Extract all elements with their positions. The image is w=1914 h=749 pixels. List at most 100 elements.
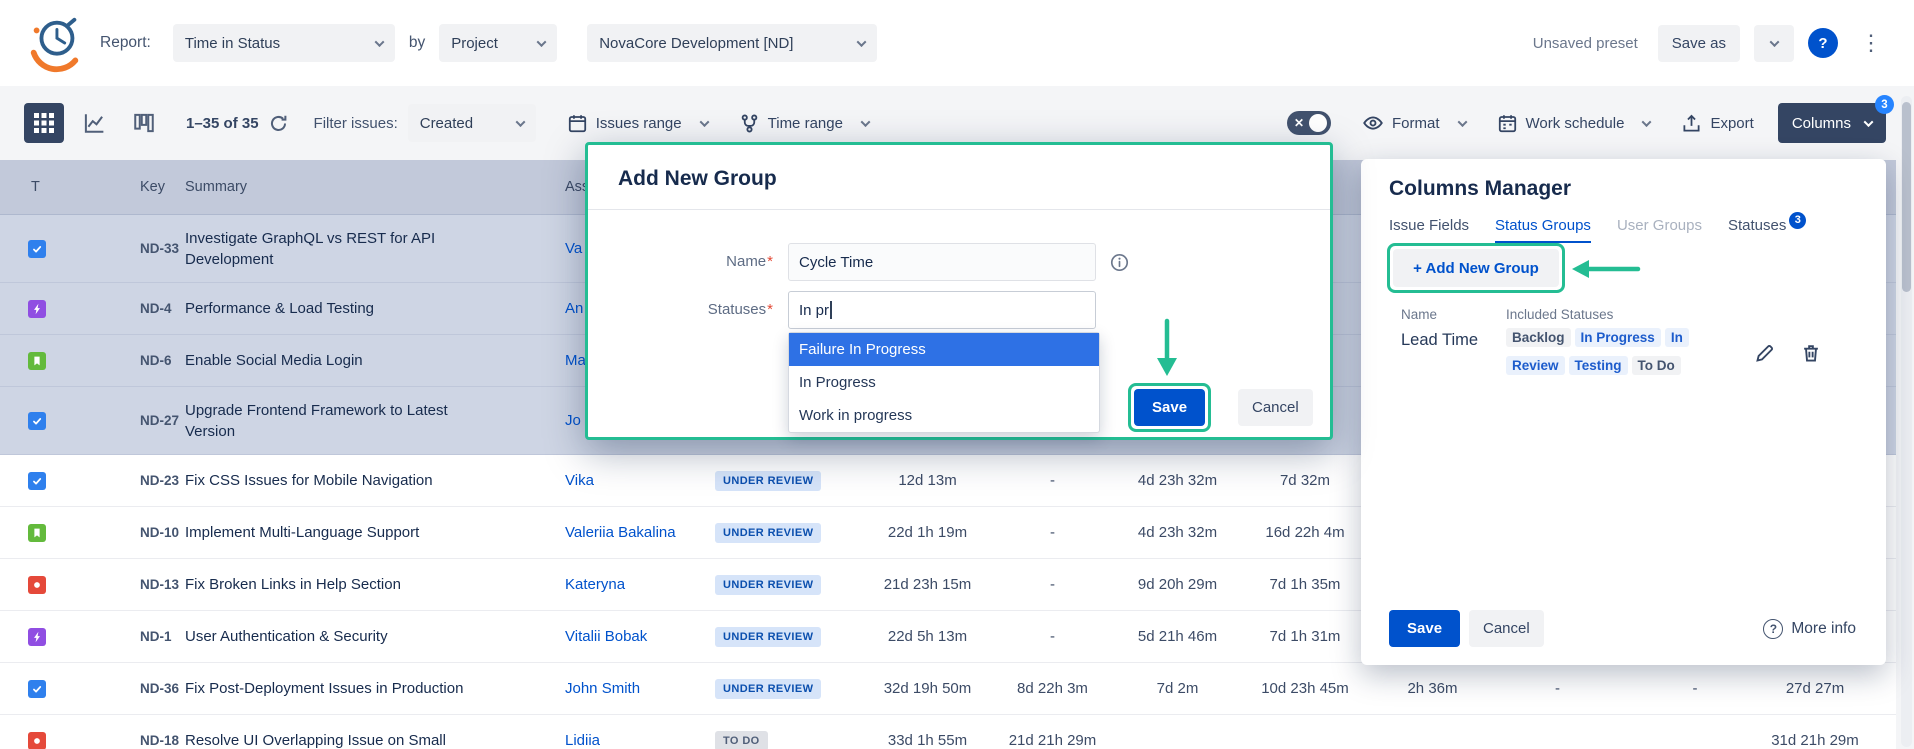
task-type-icon <box>28 472 46 490</box>
time-cell: 7d 2m <box>1115 680 1240 697</box>
board-icon <box>134 113 154 133</box>
status-lozenge: UNDER REVIEW <box>715 679 821 699</box>
issues-range-button[interactable]: Issues range <box>568 114 708 133</box>
issue-summary: User Authentication & Security <box>185 626 555 647</box>
chevron-down-icon <box>374 37 384 47</box>
issue-assignee[interactable]: Kateryna <box>555 576 705 593</box>
name-label-text: Name <box>726 253 766 270</box>
add-new-group-button[interactable]: + Add New Group <box>1393 249 1559 287</box>
issue-key: ND-23 <box>135 473 185 488</box>
time-cell: - <box>990 524 1115 541</box>
app-header: Report: Time in Status by Project NovaCo… <box>0 0 1914 86</box>
statuses-search-input[interactable]: In pr <box>788 291 1096 329</box>
time-range-button[interactable]: Time range <box>740 114 869 133</box>
pencil-icon <box>1755 343 1775 363</box>
filter-issues-label: Filter issues: <box>314 115 398 132</box>
modal-save-button[interactable]: Save <box>1134 389 1205 426</box>
dropdown-option[interactable]: Failure In Progress <box>789 333 1099 366</box>
issue-assignee[interactable]: Vika <box>555 472 705 489</box>
panel-title: Columns Manager <box>1389 177 1571 201</box>
issue-assignee[interactable]: John Smith <box>555 680 705 697</box>
info-icon <box>1110 253 1129 272</box>
status-chip: Review <box>1506 356 1565 375</box>
columns-button[interactable]: Columns 3 <box>1778 103 1886 143</box>
story-type-icon <box>28 524 46 542</box>
tab-issue-fields[interactable]: Issue Fields <box>1389 217 1469 243</box>
chip-line: ReviewTestingTo Do <box>1506 353 1764 379</box>
chevron-down-icon <box>537 37 547 47</box>
save-as-dropdown-button[interactable] <box>1754 25 1794 62</box>
delete-group-button[interactable] <box>1799 341 1823 365</box>
chevron-down-icon <box>1864 117 1874 127</box>
issue-assignee[interactable]: Vitalii Bobak <box>555 628 705 645</box>
status-chip: Backlog <box>1506 328 1571 347</box>
panel-save-button[interactable]: Save <box>1389 610 1460 647</box>
toggle-off-icon: ✕ <box>1291 116 1304 130</box>
tab-status-groups[interactable]: Status Groups <box>1495 217 1591 243</box>
tab-user-groups[interactable]: User Groups <box>1617 217 1702 243</box>
add-new-group-modal: Add New Group Name* Cycle Time Statuses*… <box>585 142 1333 440</box>
time-cell: 9d 20h 29m <box>1115 576 1240 593</box>
issue-key: ND-4 <box>135 301 185 316</box>
toggle-switch[interactable]: ✕ <box>1287 111 1331 135</box>
time-cell: - <box>1495 680 1620 697</box>
time-cell: 31d 21h 29m <box>1770 732 1860 749</box>
more-info-link[interactable]: ? More info <box>1763 619 1856 639</box>
group-name-input[interactable]: Cycle Time <box>788 243 1096 281</box>
issues-range-icon <box>568 114 587 133</box>
status-chip: In <box>1665 328 1689 347</box>
chart-view-button[interactable] <box>74 103 114 143</box>
dropdown-option[interactable]: Work in progress <box>789 399 1099 432</box>
work-schedule-button[interactable]: Work schedule <box>1498 114 1651 133</box>
save-as-label: Save as <box>1672 35 1726 52</box>
time-cell: 8d 22h 3m <box>990 680 1115 697</box>
issue-assignee[interactable]: Lidiia <box>555 732 705 749</box>
time-range-label: Time range <box>768 115 843 132</box>
board-view-button[interactable] <box>124 103 164 143</box>
statuses-field-label: Statuses* <box>613 301 773 318</box>
time-cell: 16d 22h 4m <box>1240 524 1370 541</box>
tab-statuses[interactable]: Statuses3 <box>1728 217 1806 243</box>
export-button[interactable]: Export <box>1682 114 1753 133</box>
table-row[interactable]: ND-18 Resolve UI Overlapping Issue on Sm… <box>0 715 1896 749</box>
more-info-label: More info <box>1791 620 1856 638</box>
chevron-down-icon <box>699 117 709 127</box>
vertical-scrollbar-thumb[interactable] <box>1902 102 1911 292</box>
modal-cancel-button[interactable]: Cancel <box>1238 389 1313 426</box>
tab-statuses-label: Statuses <box>1728 217 1786 234</box>
issue-key: ND-36 <box>135 681 185 696</box>
edit-group-button[interactable] <box>1753 341 1777 365</box>
issue-key: ND-6 <box>135 353 185 368</box>
chevron-down-icon <box>1642 117 1652 127</box>
time-cell: 7d 1h 31m <box>1240 628 1370 645</box>
filter-field-select[interactable]: Created <box>408 104 536 142</box>
refresh-button[interactable] <box>269 114 288 133</box>
issue-assignee[interactable]: Valeriia Bakalina <box>555 524 705 541</box>
scope-select[interactable]: Project <box>439 24 557 62</box>
time-range-icon <box>740 114 759 133</box>
included-statuses-column-header: Included Statuses <box>1506 307 1613 322</box>
time-cell: 7d 32m <box>1240 472 1370 489</box>
dropdown-option[interactable]: In Progress <box>789 366 1099 399</box>
more-menu-button[interactable]: ⋮ <box>1852 32 1890 54</box>
grid-view-button[interactable] <box>24 103 64 143</box>
report-type-select[interactable]: Time in Status <box>173 24 395 62</box>
time-cell: 7d 1h 35m <box>1240 576 1370 593</box>
format-button[interactable]: Format <box>1363 113 1466 133</box>
help-button[interactable]: ? <box>1808 28 1838 58</box>
save-as-button[interactable]: Save as <box>1658 25 1740 62</box>
table-row[interactable]: ND-36 Fix Post-Deployment Issues in Prod… <box>0 663 1896 715</box>
project-select[interactable]: NovaCore Development [ND] <box>587 24 877 62</box>
time-cell: 22d 1h 19m <box>865 524 990 541</box>
columns-count-badge: 3 <box>1875 95 1894 114</box>
panel-tabs: Issue Fields Status Groups User Groups S… <box>1389 217 1806 243</box>
panel-cancel-button[interactable]: Cancel <box>1469 610 1544 647</box>
issue-key: ND-10 <box>135 525 185 540</box>
chevron-down-icon <box>860 117 870 127</box>
status-lozenge: UNDER REVIEW <box>715 471 821 491</box>
question-circle-icon: ? <box>1763 619 1783 639</box>
statuses-count-badge: 3 <box>1789 212 1806 229</box>
issue-summary: Implement Multi-Language Support <box>185 522 555 543</box>
columns-manager-panel: Columns Manager Issue Fields Status Grou… <box>1361 159 1886 665</box>
chevron-down-icon <box>515 117 525 127</box>
